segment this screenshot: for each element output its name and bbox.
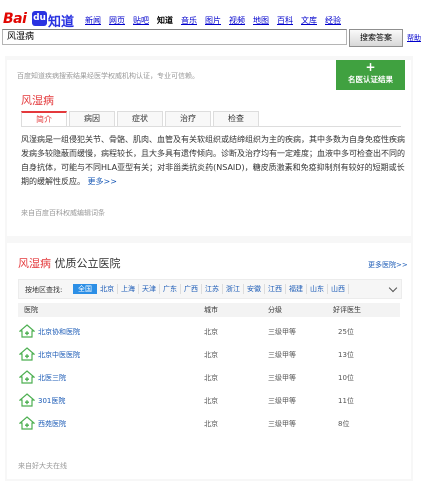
hospital-level: 三级甲等 [268, 420, 296, 428]
disease-tabs: 简介 病因 症状 治疗 检查 [21, 111, 401, 127]
product-nav: 新闻 网页 贴吧 知道 音乐 图片 视频 地图 百科 文库 经验 [85, 15, 341, 26]
table-row[interactable]: 西苑医院 北京 三级甲等 8位 [18, 414, 400, 434]
hospital-level: 三级甲等 [268, 374, 296, 382]
hospital-city: 北京 [204, 420, 218, 428]
nav-item-music[interactable]: 音乐 [181, 15, 197, 26]
plus-icon: + [365, 60, 376, 74]
column-city: 城市 [204, 306, 218, 314]
hospitals-heading: 风湿病 优质公立医院 [18, 255, 121, 271]
hospital-icon [19, 370, 35, 384]
hospital-name-link[interactable]: 301医院 [38, 396, 65, 406]
hospital-icon [19, 393, 35, 407]
hospital-doctor-count: 13位 [338, 351, 354, 359]
hospital-name-link[interactable]: 北京协和医院 [38, 327, 80, 337]
hospitals-card: 风湿病 优质公立医院 更多医院>> 按地区查找: 全国 北京 上海 天津 广东 … [7, 243, 411, 479]
disease-description: 风湿病是一组侵犯关节、骨骼、肌肉、血管及有关软组织或结缔组织为主的疾病，其中多数… [21, 133, 409, 189]
table-row[interactable]: 北京协和医院 北京 三级甲等 25位 [18, 322, 400, 342]
nav-item-video[interactable]: 视频 [229, 15, 245, 26]
search-input[interactable]: 风湿病 [2, 29, 347, 45]
hospital-icon [19, 324, 35, 338]
hospital-city: 北京 [204, 374, 218, 382]
region-filter-label: 按地区查找: [25, 286, 63, 294]
hospital-name-link[interactable]: 北医三院 [38, 373, 66, 383]
hospital-city: 北京 [204, 397, 218, 405]
hospital-doctor-count: 25位 [338, 328, 354, 336]
region-beijing[interactable]: 北京 [97, 284, 118, 294]
region-fujian[interactable]: 福建 [286, 284, 307, 294]
disease-card: 百度知道疾病搜索结果经医学权威机构认证，专业可信赖。 + 名医认证结果 风湿病 … [7, 60, 411, 236]
hospital-doctor-count: 10位 [338, 374, 354, 382]
source-note: 来自百度百科权威编辑词条 [21, 209, 105, 217]
nav-item-zhidao[interactable]: 知道 [157, 15, 173, 26]
baidu-paw-icon: du [32, 11, 47, 26]
hospital-city: 北京 [204, 351, 218, 359]
logo-bai-text: Bai [3, 11, 27, 27]
column-hospital: 医院 [24, 306, 38, 314]
nav-item-wenku[interactable]: 文库 [301, 15, 317, 26]
table-row[interactable]: 北京中医医院 北京 三级甲等 13位 [18, 345, 400, 365]
table-row[interactable]: 北医三院 北京 三级甲等 10位 [18, 368, 400, 388]
help-link[interactable]: 帮助 [407, 33, 421, 43]
hospital-name-link[interactable]: 北京中医医院 [38, 350, 80, 360]
hospital-name-link[interactable]: 西苑医院 [38, 419, 66, 429]
nav-item-news[interactable]: 新闻 [85, 15, 101, 26]
hospital-source-note: 来自好大夫在线 [18, 462, 67, 470]
region-guangdong[interactable]: 广东 [160, 284, 181, 294]
region-tianjin[interactable]: 天津 [139, 284, 160, 294]
region-list: 全国 北京 上海 天津 广东 广西 江苏 浙江 安徽 江西 福建 山东 山西 [73, 284, 349, 294]
region-jiangxi[interactable]: 江西 [265, 284, 286, 294]
tab-symptoms[interactable]: 症状 [117, 111, 163, 126]
region-anhui[interactable]: 安徽 [244, 284, 265, 294]
column-level: 分级 [268, 306, 282, 314]
certified-result-badge: + 名医认证结果 [336, 60, 405, 90]
content-area: 百度知道疾病搜索结果经医学权威机构认证，专业可信赖。 + 名医认证结果 风湿病 … [5, 56, 413, 481]
logo-zhidao-text: 知道 [48, 15, 75, 30]
chevron-down-icon[interactable] [388, 283, 398, 293]
hospital-city: 北京 [204, 328, 218, 336]
tab-cause[interactable]: 病因 [69, 111, 115, 126]
nav-item-tieba[interactable]: 贴吧 [133, 15, 149, 26]
hospital-level: 三级甲等 [268, 328, 296, 336]
nav-item-jingyan[interactable]: 经验 [325, 15, 341, 26]
region-zhejiang[interactable]: 浙江 [223, 284, 244, 294]
badge-label: 名医认证结果 [348, 75, 393, 84]
region-shandong[interactable]: 山东 [307, 284, 328, 294]
nav-item-map[interactable]: 地图 [253, 15, 269, 26]
region-shanxi[interactable]: 山西 [328, 284, 349, 294]
hospital-level: 三级甲等 [268, 351, 296, 359]
description-text: 风湿病是一组侵犯关节、骨骼、肌肉、血管及有关软组织或结缔组织为主的疾病，其中多数… [21, 135, 405, 186]
nav-item-images[interactable]: 图片 [205, 15, 221, 26]
search-answers-button[interactable]: 搜索答案 [349, 29, 403, 47]
region-all[interactable]: 全国 [73, 284, 97, 294]
column-doctors: 好评医生 [333, 306, 361, 314]
region-shanghai[interactable]: 上海 [118, 284, 139, 294]
certification-note: 百度知道疾病搜索结果经医学权威机构认证，专业可信赖。 [17, 72, 199, 80]
region-guangxi[interactable]: 广西 [181, 284, 202, 294]
region-jiangsu[interactable]: 江苏 [202, 284, 223, 294]
hospital-level: 三级甲等 [268, 397, 296, 405]
hospitals-heading-text: 优质公立医院 [54, 257, 121, 270]
nav-item-web[interactable]: 网页 [109, 15, 125, 26]
more-link[interactable]: 更多>> [88, 177, 117, 186]
hospital-icon [19, 416, 35, 430]
tab-intro[interactable]: 简介 [21, 111, 67, 126]
tab-treatment[interactable]: 治疗 [165, 111, 211, 126]
hospital-icon [19, 347, 35, 361]
tab-examination[interactable]: 检查 [213, 111, 259, 126]
hospital-doctor-count: 8位 [338, 420, 350, 428]
top-bar: Bai du 知道 新闻 网页 贴吧 知道 音乐 图片 视频 地图 百科 文库 … [0, 0, 424, 50]
more-hospitals-link[interactable]: 更多医院>> [368, 260, 408, 270]
hospitals-heading-disease: 风湿病 [18, 257, 51, 270]
table-row[interactable]: 301医院 北京 三级甲等 11位 [18, 391, 400, 411]
hospital-table-header: 医院 城市 分级 好评医生 [18, 303, 400, 317]
region-filter: 按地区查找: 全国 北京 上海 天津 广东 广西 江苏 浙江 安徽 江西 福建 … [18, 279, 402, 299]
baidu-zhidao-logo[interactable]: Bai du 知道 [3, 9, 77, 30]
disease-title: 风湿病 [21, 94, 54, 107]
nav-item-baike[interactable]: 百科 [277, 15, 293, 26]
hospital-doctor-count: 11位 [338, 397, 354, 405]
